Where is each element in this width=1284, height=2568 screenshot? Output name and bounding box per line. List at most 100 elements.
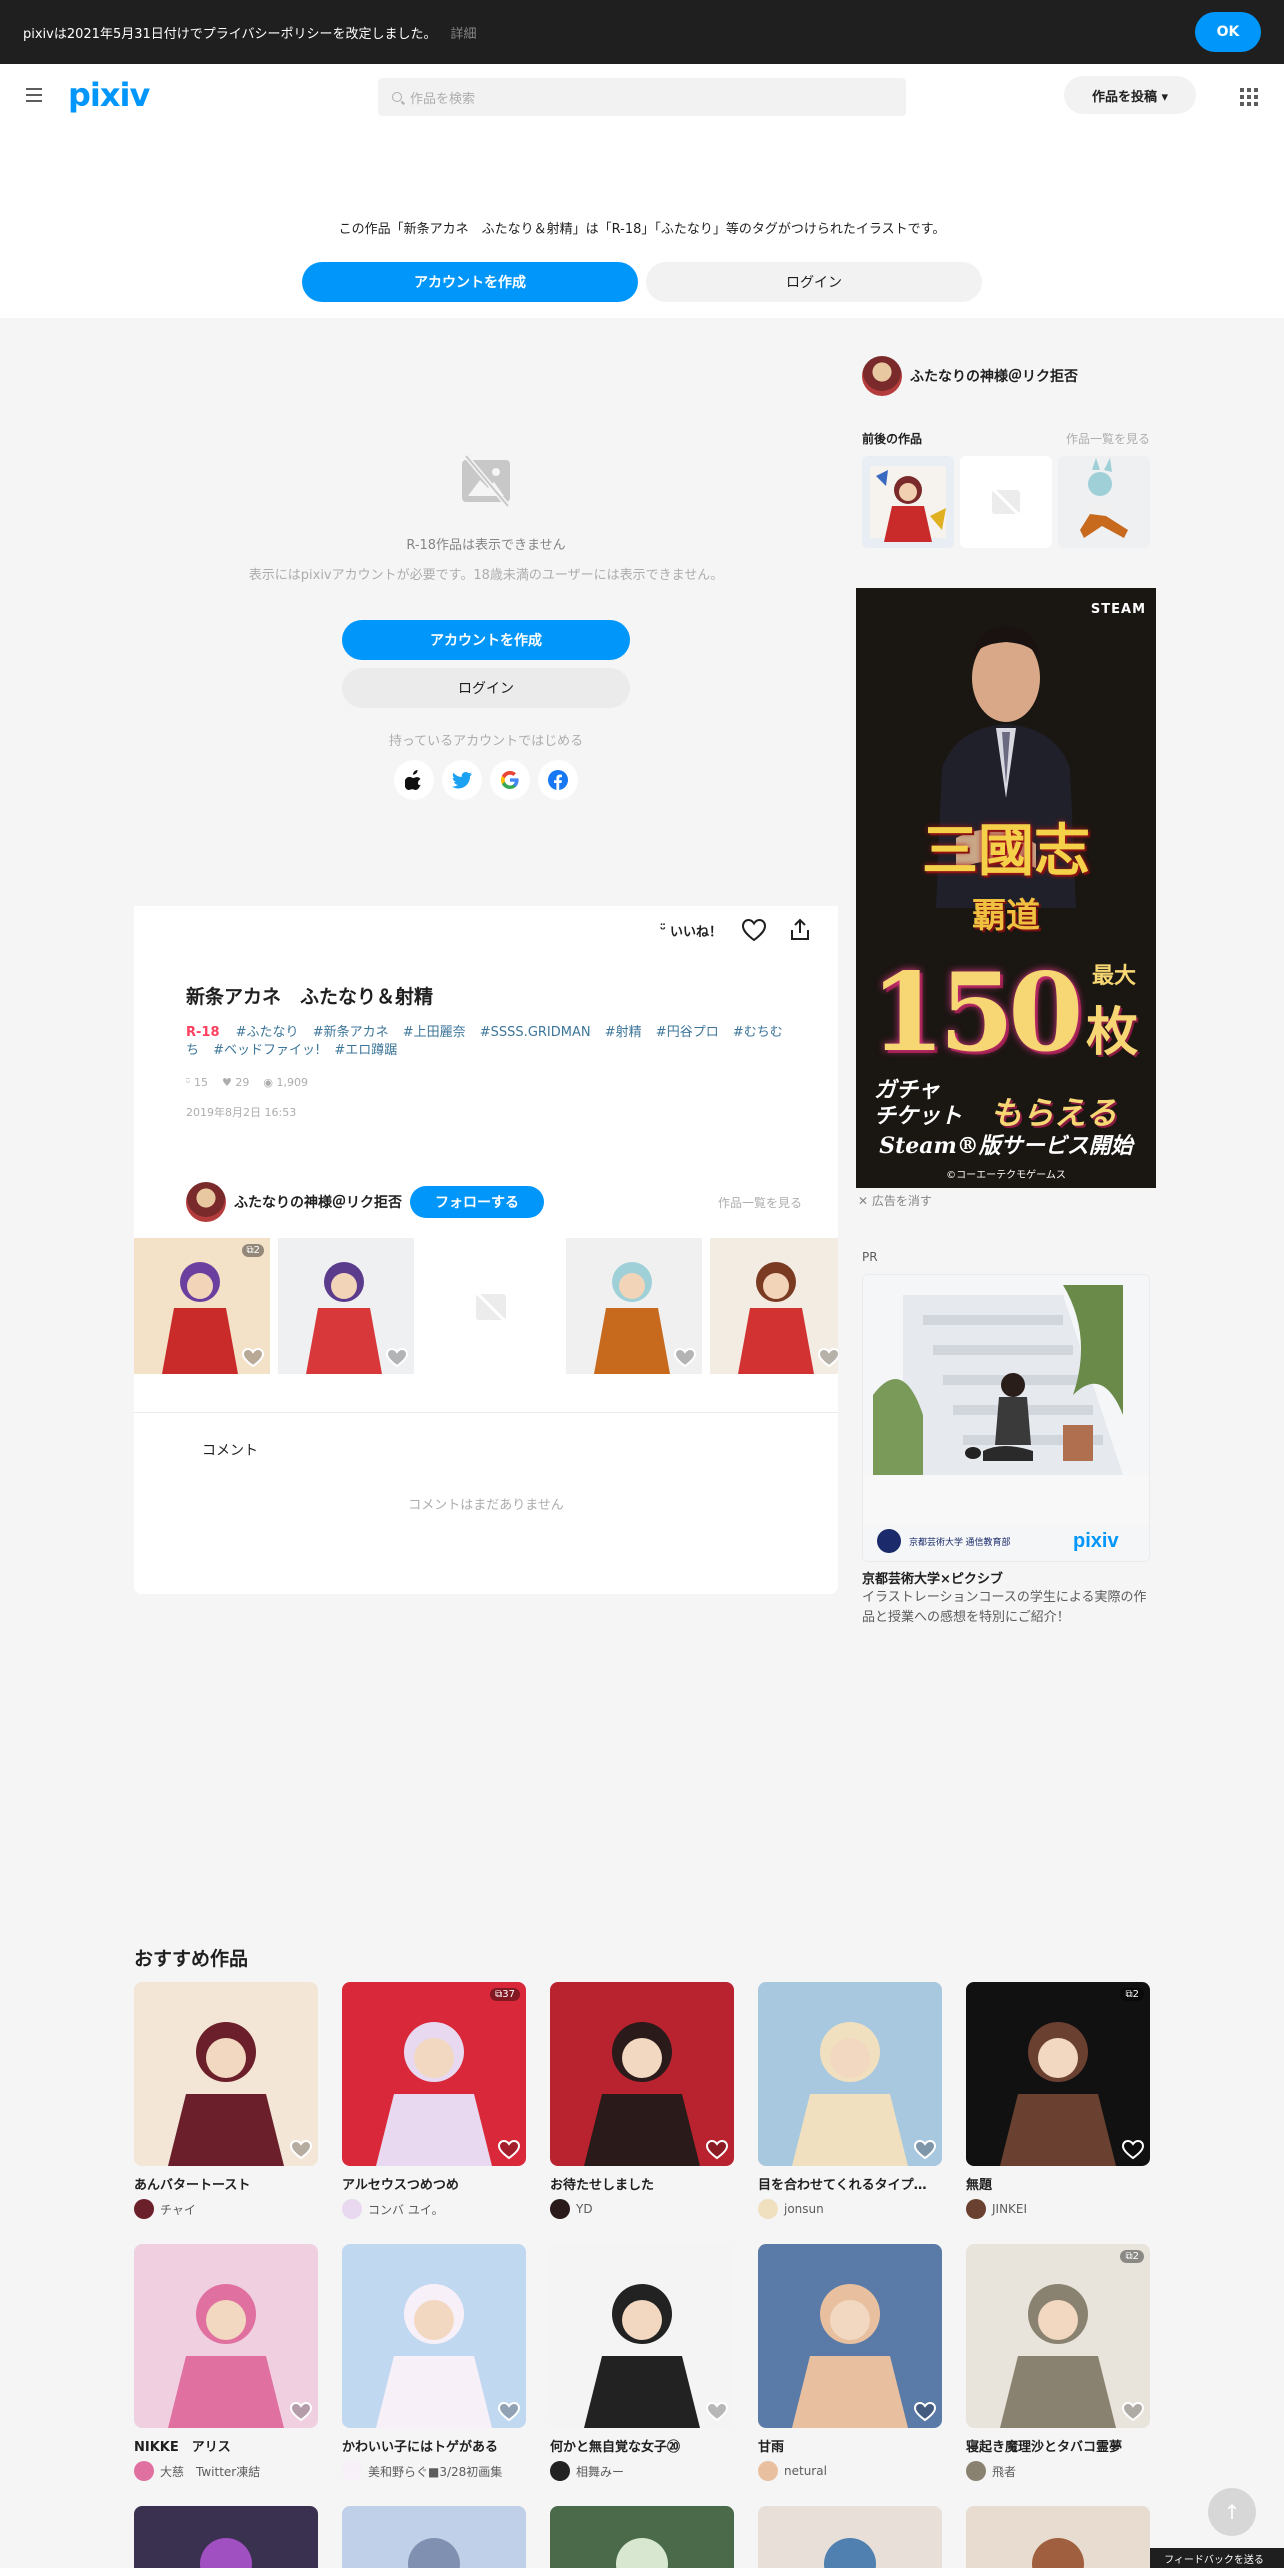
recommended-item[interactable]: 何かと無自覚な女子⑳ 相舞みー (550, 2244, 734, 2481)
recommended-item[interactable]: ⧉2 無題 JINKEI (966, 1982, 1150, 2219)
artwork-user[interactable]: jonsun (758, 2199, 942, 2219)
artwork-title[interactable]: NIKKE アリス (134, 2436, 318, 2455)
blocked-login-button[interactable]: ログイン (342, 668, 630, 708)
artwork-thumbnail[interactable] (342, 2244, 526, 2428)
user-name[interactable]: netural (784, 2464, 827, 2478)
tag-link[interactable]: #ふたなり (236, 1025, 299, 1040)
author-work-thumb[interactable] (566, 1238, 702, 1374)
bookmark-heart-icon[interactable] (912, 2136, 938, 2162)
tag-link[interactable]: #円谷プロ (656, 1025, 719, 1040)
user-name[interactable]: 飛者 (992, 2463, 1016, 2480)
notice-ok-button[interactable]: OK (1195, 12, 1261, 52)
tag-link[interactable]: #新条アカネ (313, 1025, 389, 1040)
artwork-title[interactable]: あんバタートースト (134, 2174, 318, 2193)
bookmark-heart-icon[interactable] (704, 2398, 730, 2424)
share-icon[interactable] (786, 916, 814, 944)
avatar[interactable] (134, 2199, 154, 2219)
user-name[interactable]: 相舞みー (576, 2463, 624, 2480)
artwork-title[interactable]: かわいい子にはトゲがある (342, 2436, 526, 2455)
sidebar-author-name[interactable]: ふたなりの神様＠リク拒否 (910, 366, 1078, 386)
bookmark-heart-icon[interactable] (288, 2136, 314, 2162)
artwork-title[interactable]: 寝起き魔理沙とタバコ霊夢 (966, 2436, 1150, 2455)
artwork-thumbnail[interactable] (342, 2506, 526, 2568)
bookmark-heart-icon[interactable] (704, 2136, 730, 2162)
artwork-title[interactable]: 甘雨 (758, 2436, 942, 2455)
avatar[interactable] (966, 2461, 986, 2481)
pr-description[interactable]: イラストレーションコースの学生による実際の作品と授業への感想を特別にご紹介！ (862, 1588, 1150, 1628)
avatar[interactable] (966, 2199, 986, 2219)
artwork-user[interactable]: コンバ ユイ。 (342, 2199, 526, 2219)
pr-image[interactable]: 京都芸術大学 通信教育部 pixiv (862, 1274, 1150, 1562)
user-name[interactable]: 美和野らぐ■3/28初画集 (368, 2463, 502, 2480)
avatar[interactable] (550, 2461, 570, 2481)
user-name[interactable]: jonsun (784, 2202, 824, 2216)
user-name[interactable]: JINKEI (992, 2202, 1027, 2216)
recommended-item[interactable]: お待たせしました YD (550, 1982, 734, 2219)
artwork-user[interactable]: netural (758, 2461, 942, 2481)
user-name[interactable]: チャイ (160, 2201, 196, 2218)
avatar[interactable] (134, 2461, 154, 2481)
user-name[interactable]: コンバ ユイ。 (368, 2201, 444, 2218)
artwork-thumbnail[interactable] (550, 2506, 734, 2568)
prev-work-thumb[interactable] (862, 456, 954, 548)
recommended-item[interactable]: NIKKE アリス大慈 Twitter凍結 (134, 2244, 318, 2481)
avatar[interactable] (758, 2461, 778, 2481)
tag-link[interactable]: #射精 (605, 1025, 642, 1040)
follow-button[interactable]: フォローする (410, 1186, 544, 1218)
blocked-create-account-button[interactable]: アカウントを作成 (342, 620, 630, 660)
login-button[interactable]: ログイン (646, 262, 982, 302)
tag-link[interactable]: #SSSS.GRIDMAN (480, 1025, 591, 1040)
scroll-to-top-button[interactable]: ↑ (1208, 2488, 1256, 2536)
artwork-user[interactable]: JINKEI (966, 2199, 1150, 2219)
artwork-thumbnail[interactable] (550, 2244, 734, 2428)
post-work-button[interactable]: 作品を投稿 ▾ (1064, 76, 1196, 114)
avatar[interactable] (186, 1182, 226, 1222)
author-work-thumb[interactable]: ⧉2 (134, 1238, 270, 1374)
artwork-thumbnail[interactable]: ⧉2 (966, 2244, 1150, 2428)
artwork-thumbnail[interactable] (966, 2506, 1150, 2568)
artwork-thumbnail[interactable] (758, 2244, 942, 2428)
feedback-button[interactable]: フィードバックを送る (1144, 2548, 1284, 2568)
artwork-user[interactable]: 相舞みー (550, 2461, 734, 2481)
artwork-user[interactable]: 大慈 Twitter凍結 (134, 2461, 318, 2481)
hide-ad-link[interactable]: ✕ 広告を消す (858, 1192, 932, 1209)
artwork-title[interactable]: アルセウスつめつめ (342, 2174, 526, 2193)
pr-title[interactable]: 京都芸術大学×ピクシブ (862, 1568, 1003, 1587)
recommended-item[interactable]: ⧉37 アルセウスつめつめコンバ ユイ。 (342, 1982, 526, 2219)
r18-badge[interactable]: R-18 (186, 1025, 220, 1040)
artwork-title[interactable]: 無題 (966, 2174, 1150, 2193)
tag-link[interactable]: #上田麗奈 (403, 1025, 466, 1040)
avatar[interactable] (550, 2199, 570, 2219)
user-name[interactable]: 大慈 Twitter凍結 (160, 2463, 260, 2480)
bookmark-heart-icon[interactable] (496, 2398, 522, 2424)
recommended-item[interactable]: あんバタートーストチャイ (134, 1982, 318, 2219)
artwork-thumbnail[interactable] (134, 2506, 318, 2568)
artwork-thumbnail[interactable] (550, 1982, 734, 2166)
apps-grid-icon[interactable] (1240, 88, 1258, 106)
bookmark-heart-icon[interactable] (1120, 2398, 1146, 2424)
bookmark-heart-icon[interactable] (496, 2136, 522, 2162)
recommended-item[interactable]: ⧉2 寝起き魔理沙とタバコ霊夢飛者 (966, 2244, 1150, 2481)
recommended-item[interactable]: 目を合わせてくれるタイプ… jonsun (758, 1982, 942, 2219)
artwork-thumbnail[interactable] (758, 2506, 942, 2568)
artwork-thumbnail[interactable] (758, 1982, 942, 2166)
artwork-title[interactable]: 目を合わせてくれるタイプ… (758, 2174, 942, 2193)
artwork-thumbnail[interactable]: ⧉2 (966, 1982, 1150, 2166)
artwork-user[interactable]: チャイ (134, 2199, 318, 2219)
avatar[interactable] (758, 2199, 778, 2219)
create-account-button[interactable]: アカウントを作成 (302, 262, 638, 302)
steam-advertisement[interactable]: STEAM 三國志 覇道 150 最大 枚 ガチャ チケット もらえる Steam… (856, 588, 1156, 1188)
author-work-thumb[interactable] (710, 1238, 838, 1374)
bookmark-heart-icon[interactable] (240, 1344, 266, 1370)
author-name[interactable]: ふたなりの神様＠リク拒否 (234, 1192, 402, 1212)
artwork-thumbnail[interactable]: ⧉37 (342, 1982, 526, 2166)
artwork-thumbnail[interactable] (134, 1982, 318, 2166)
like-button[interactable]: ᵕ̈ いいね！ (660, 921, 722, 940)
tag-link[interactable]: #ベッドファイッ! (213, 1043, 320, 1058)
apple-icon[interactable] (394, 760, 434, 800)
pixiv-logo[interactable]: pixiv (68, 76, 150, 114)
artwork-title[interactable]: お待たせしました (550, 2174, 734, 2193)
avatar[interactable] (342, 2461, 362, 2481)
recommended-item[interactable]: 甘雨 netural (758, 2244, 942, 2481)
google-icon[interactable] (490, 760, 530, 800)
